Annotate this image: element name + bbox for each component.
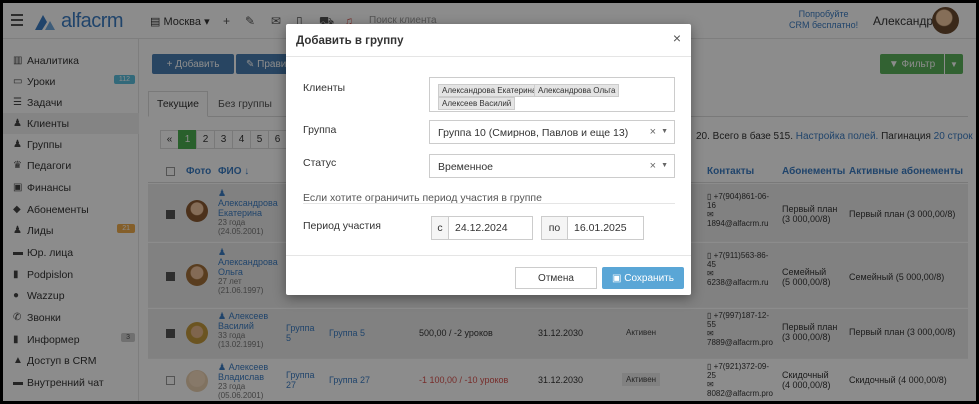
- caret-down-icon[interactable]: ▼: [661, 162, 668, 169]
- divider: [303, 203, 675, 204]
- floppy-icon: ▣: [612, 272, 622, 284]
- to-addon: по: [541, 216, 568, 240]
- caret-down-icon[interactable]: ▼: [661, 128, 668, 135]
- clients-label: Клиенты: [303, 82, 346, 94]
- add-to-group-modal: Добавить в группу × Клиенты Александрова…: [286, 24, 691, 295]
- period-label: Период участия: [303, 220, 381, 232]
- group-label: Группа: [303, 124, 337, 136]
- from-addon: с: [431, 216, 449, 240]
- cancel-button[interactable]: Отмена: [515, 267, 597, 289]
- status-select[interactable]: Временное × ▼: [429, 154, 675, 178]
- app-window: alfacrm ▤ Москва ▾ + ✎ ✉ ▯ ⛟ ♫ Поиск кли…: [3, 3, 976, 401]
- clear-icon[interactable]: ×: [650, 160, 656, 172]
- group-select[interactable]: Группа 10 (Смирнов, Павлов и еще 13) × ▼: [429, 120, 675, 144]
- save-label: Сохранить: [624, 272, 674, 284]
- clear-icon[interactable]: ×: [650, 126, 656, 138]
- client-tag[interactable]: Александрова Екатерина: [438, 84, 541, 97]
- modal-header: Добавить в группу ×: [286, 24, 691, 57]
- status-label: Статус: [303, 157, 337, 169]
- date-to-input[interactable]: 16.01.2025: [567, 216, 644, 240]
- date-from-input[interactable]: 24.12.2024: [448, 216, 533, 240]
- status-select-value: Временное: [438, 161, 494, 173]
- save-button[interactable]: ▣ Сохранить: [602, 267, 684, 289]
- close-icon[interactable]: ×: [673, 30, 681, 46]
- modal-title: Добавить в группу: [296, 35, 404, 47]
- client-tag[interactable]: Алексеев Василий: [438, 97, 516, 110]
- clients-multiselect[interactable]: Александрова Екатерина Александрова Ольг…: [429, 77, 675, 112]
- group-select-value: Группа 10 (Смирнов, Павлов и еще 13): [438, 127, 629, 139]
- client-tag[interactable]: Александрова Ольга: [534, 84, 620, 97]
- modal-footer-divider: [286, 255, 691, 256]
